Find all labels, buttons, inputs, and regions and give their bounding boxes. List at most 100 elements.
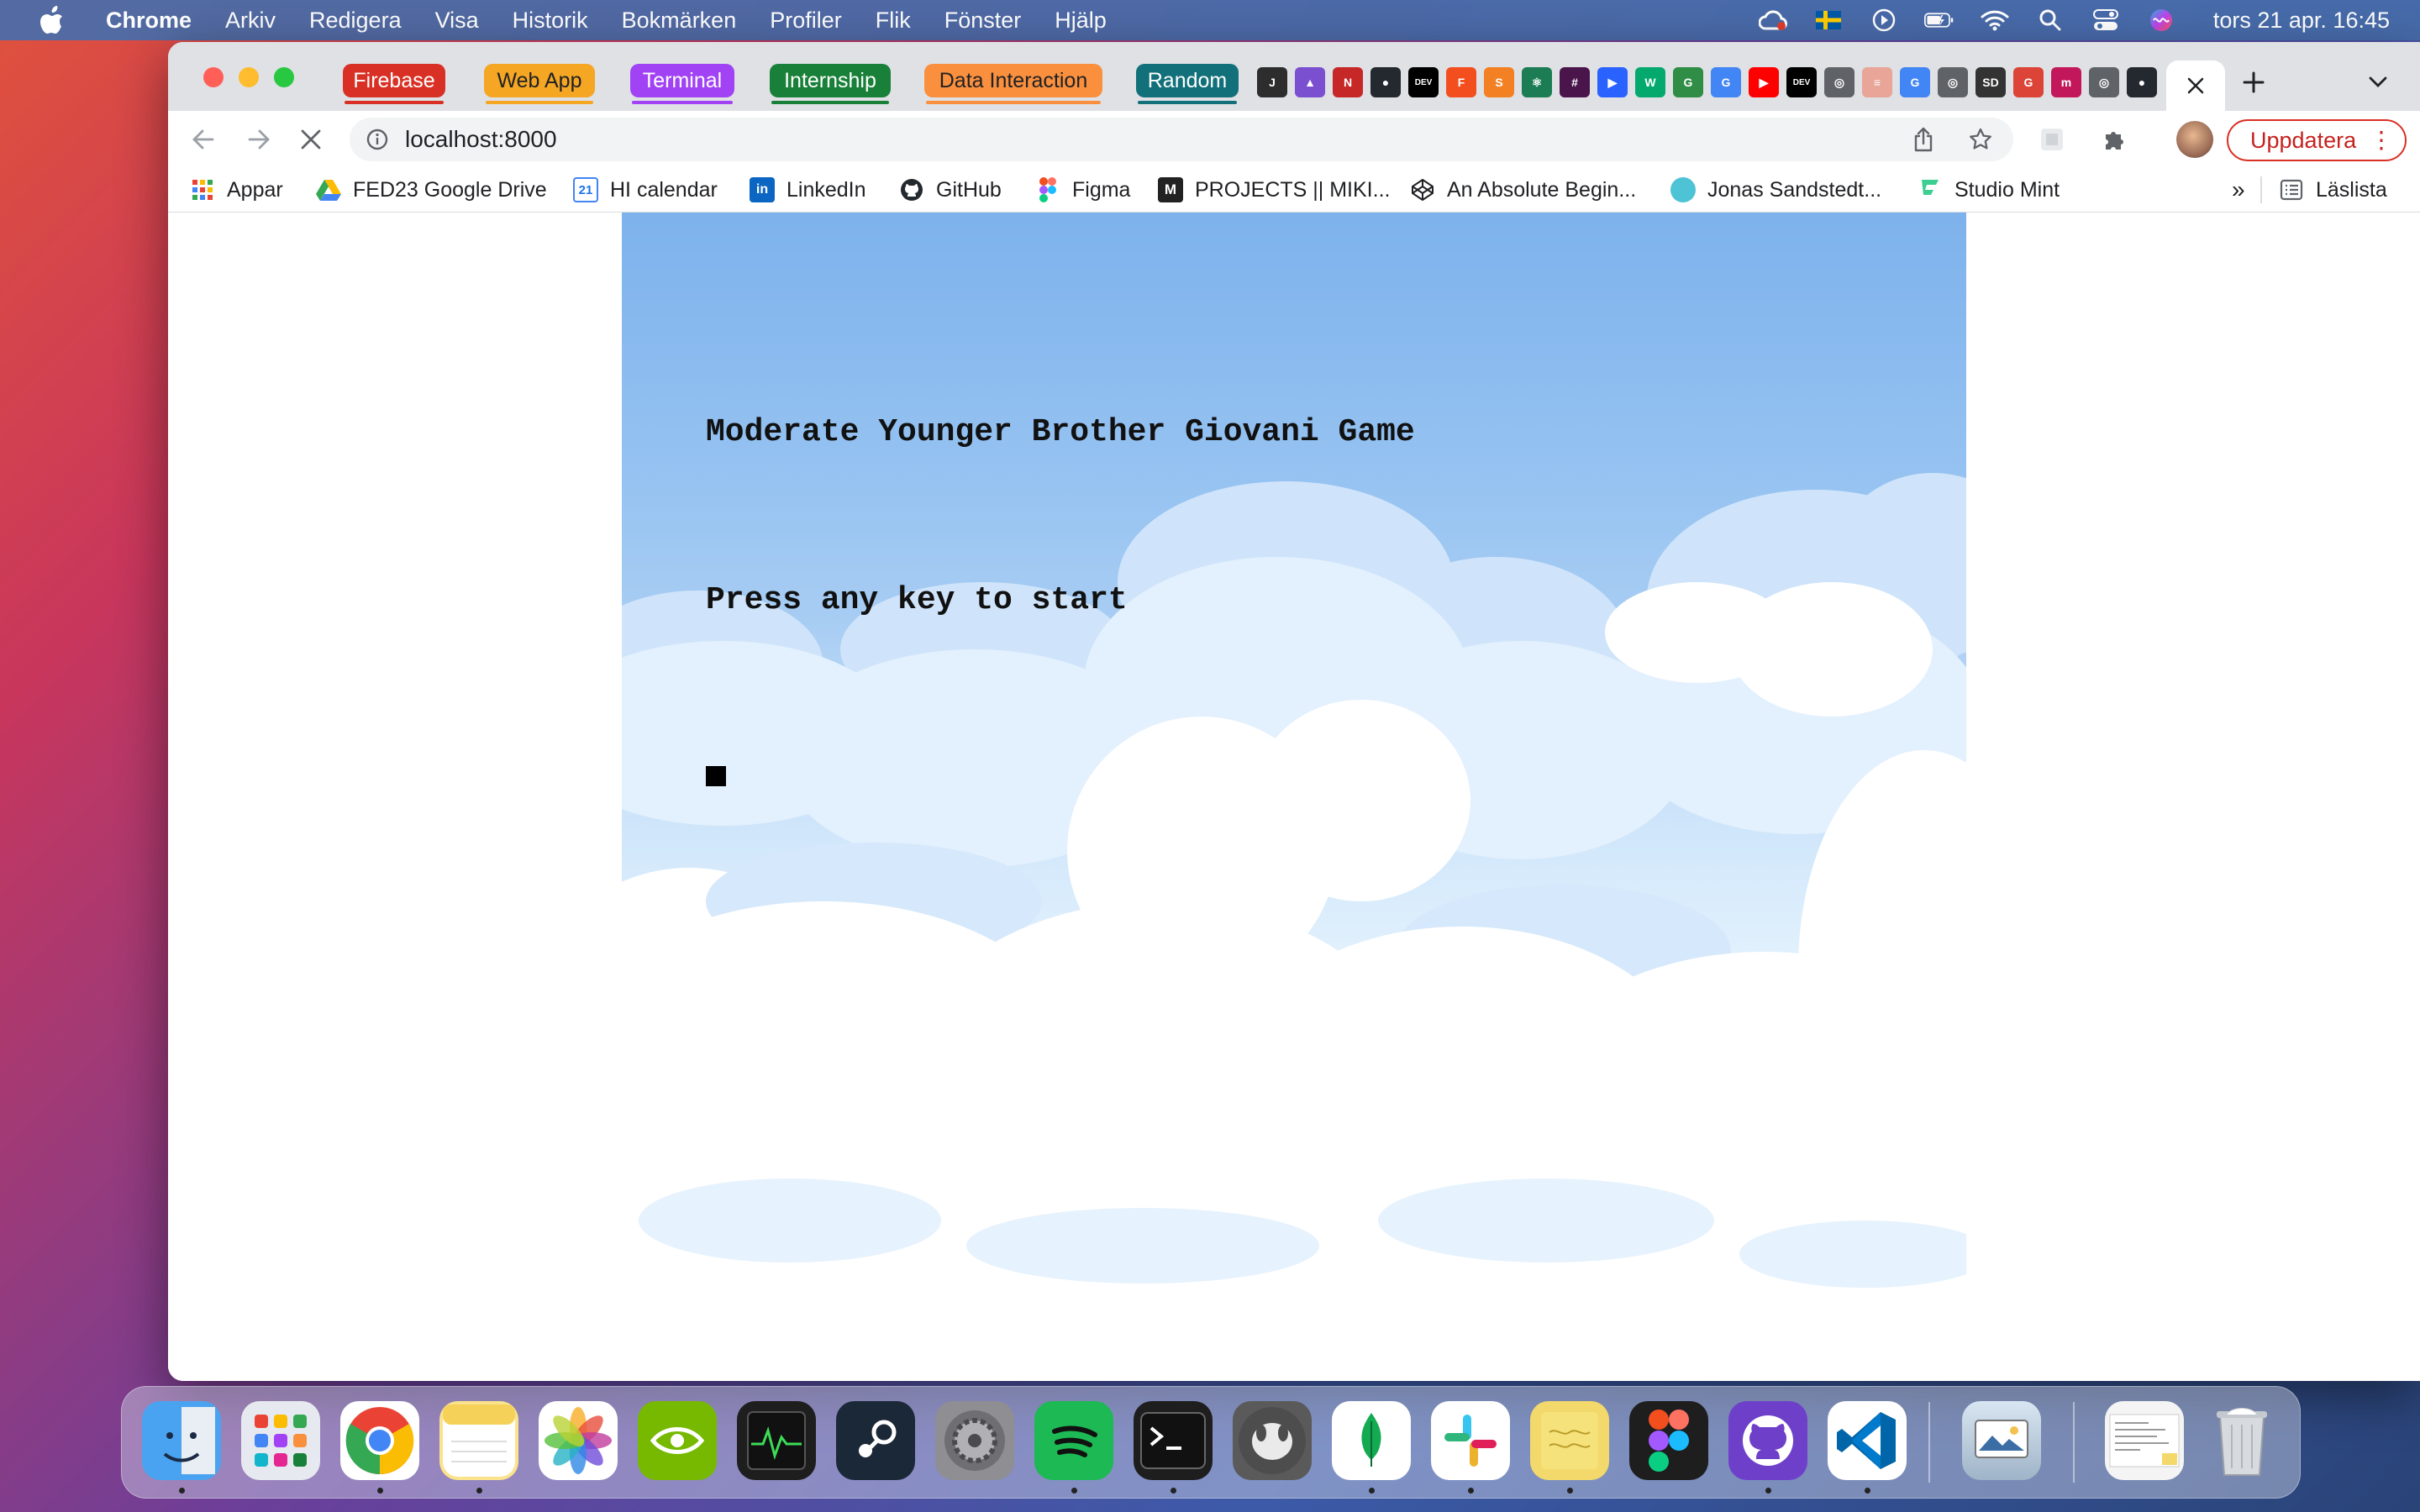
more-menu-icon[interactable]: ⋮ xyxy=(2370,128,2393,153)
dock-app-mongodb[interactable] xyxy=(1332,1401,1411,1480)
menu-fonster[interactable]: Fönster xyxy=(944,8,1022,34)
menu-bokmarken[interactable]: Bokmärken xyxy=(622,8,737,34)
pinned-tab-github-icon[interactable]: ● xyxy=(1370,67,1401,97)
tab-group-random[interactable]: Random xyxy=(1136,64,1239,104)
pinned-tab-geeks-icon[interactable]: G xyxy=(1673,67,1703,97)
bookmark-figma[interactable]: Figma xyxy=(1035,176,1130,204)
dock-app-terminal[interactable] xyxy=(1134,1401,1213,1480)
swedish-flag-icon[interactable] xyxy=(1813,5,1844,35)
bookmark-appar[interactable]: Appar xyxy=(190,176,283,204)
new-tab-button[interactable] xyxy=(2237,66,2270,99)
zoom-window-button[interactable] xyxy=(274,67,294,87)
tab-group-terminal[interactable]: Terminal xyxy=(630,64,734,104)
dock-app-spotify[interactable] xyxy=(1034,1401,1113,1480)
back-button[interactable] xyxy=(187,123,220,156)
pinned-tab-jsfiddle-icon[interactable]: ▶ xyxy=(1597,67,1628,97)
dock-app-chrome[interactable] xyxy=(340,1401,419,1480)
dock-app-photos[interactable] xyxy=(539,1401,618,1480)
media-play-icon[interactable] xyxy=(1869,5,1899,35)
menu-app-name[interactable]: Chrome xyxy=(106,8,192,34)
dock-trash[interactable] xyxy=(2202,1401,2281,1480)
menu-historik[interactable]: Historik xyxy=(513,8,588,34)
tab-group-internship[interactable]: Internship xyxy=(770,64,891,104)
pinned-tab-github2-icon[interactable]: ● xyxy=(2127,67,2157,97)
pinned-tab-sd-icon[interactable]: SD xyxy=(1975,67,2006,97)
tab-group-web-app[interactable]: Web App xyxy=(484,64,595,104)
dock-app-finder[interactable] xyxy=(142,1401,221,1480)
pinned-tab-globe-icon[interactable]: ◎ xyxy=(1824,67,1854,97)
minimize-window-button[interactable] xyxy=(239,67,259,87)
pinned-tab-google-icon[interactable]: G xyxy=(1711,67,1741,97)
bookmark-linkedin[interactable]: in LinkedIn xyxy=(750,176,866,204)
menu-visa[interactable]: Visa xyxy=(435,8,479,34)
tab-search-button[interactable] xyxy=(2363,67,2393,97)
dock-app-figma[interactable] xyxy=(1629,1401,1708,1480)
apple-menu-icon[interactable] xyxy=(35,3,69,37)
pinned-tab-react-icon[interactable]: ⚛ xyxy=(1522,67,1552,97)
bookmark-absolute-beginner[interactable]: An Absolute Begin... xyxy=(1410,176,1636,204)
pinned-tab-jira-icon[interactable]: J xyxy=(1257,67,1287,97)
pinned-tab-stackoverflow-icon[interactable]: S xyxy=(1484,67,1514,97)
site-info-icon[interactable] xyxy=(363,125,392,154)
bookmarks-overflow-button[interactable]: » xyxy=(2232,176,2245,204)
dock-app-github-desktop[interactable] xyxy=(1728,1401,1807,1480)
pinned-tab-rocket-icon[interactable]: ▲ xyxy=(1295,67,1325,97)
game-canvas[interactable]: Moderate Younger Brother Giovani Game Pr… xyxy=(622,213,1966,1347)
dock-app-nvidia[interactable] xyxy=(638,1401,717,1480)
dock-app-steam[interactable] xyxy=(836,1401,915,1480)
pinned-tab-w3-icon[interactable]: W xyxy=(1635,67,1665,97)
active-tab[interactable] xyxy=(2166,60,2225,111)
dock-recent-document[interactable] xyxy=(2105,1401,2184,1480)
url-input[interactable] xyxy=(403,125,1835,154)
pinned-tab-google3-icon[interactable]: G xyxy=(2013,67,2044,97)
dock-app-tableplus[interactable] xyxy=(1233,1401,1312,1480)
pinned-tab-globe3-icon[interactable]: ◎ xyxy=(2089,67,2119,97)
pinned-tab-dev2-icon[interactable]: DEV xyxy=(1786,67,1817,97)
dock-preview-app[interactable] xyxy=(1962,1401,2041,1480)
reading-list-button[interactable]: Läslista xyxy=(2279,176,2387,204)
menu-profiler[interactable]: Profiler xyxy=(770,8,842,34)
bookmark-fed23-drive[interactable]: FED23 Google Drive xyxy=(316,176,547,204)
stop-loading-button[interactable] xyxy=(294,123,328,156)
pinned-tab-vercel-icon[interactable]: N xyxy=(1333,67,1363,97)
extension-tile-icon[interactable] xyxy=(2035,123,2069,156)
pinned-tab-figma-icon[interactable]: F xyxy=(1446,67,1476,97)
siri-icon[interactable] xyxy=(2146,5,2176,35)
menu-hjalp[interactable]: Hjälp xyxy=(1055,8,1107,34)
forward-button[interactable] xyxy=(242,123,276,156)
pinned-tab-doc-icon[interactable]: ≡ xyxy=(1862,67,1892,97)
dock-app-launchpad[interactable] xyxy=(241,1401,320,1480)
battery-icon[interactable] xyxy=(1923,5,1954,35)
wifi-icon[interactable] xyxy=(1980,5,2010,35)
menu-flik[interactable]: Flik xyxy=(876,8,911,34)
pinned-tab-slack-icon[interactable]: # xyxy=(1560,67,1590,97)
control-center-icon[interactable] xyxy=(2091,5,2121,35)
pinned-tab-globe2-icon[interactable]: ◎ xyxy=(1938,67,1968,97)
bookmark-star-icon[interactable] xyxy=(1966,125,1995,154)
creative-cloud-icon[interactable] xyxy=(1758,5,1788,35)
pinned-tab-medium-icon[interactable]: m xyxy=(2051,67,2081,97)
address-bar[interactable] xyxy=(350,118,2013,161)
pinned-tab-youtube-icon[interactable]: ▶ xyxy=(1749,67,1779,97)
menu-arkiv[interactable]: Arkiv xyxy=(225,8,276,34)
pinned-tab-google2-icon[interactable]: G xyxy=(1900,67,1930,97)
dock-app-slack[interactable] xyxy=(1431,1401,1510,1480)
profile-avatar[interactable] xyxy=(2176,121,2213,158)
dock-app-stickies[interactable] xyxy=(1530,1401,1609,1480)
extensions-puzzle-icon[interactable] xyxy=(2097,123,2131,156)
tab-group-data-interaction[interactable]: Data Interaction xyxy=(924,64,1102,104)
close-tab-icon[interactable] xyxy=(2186,76,2205,95)
close-window-button[interactable] xyxy=(203,67,224,87)
dock-app-vscode[interactable] xyxy=(1828,1401,1907,1480)
tab-group-firebase[interactable]: Firebase xyxy=(343,64,445,104)
dock-app-notes[interactable] xyxy=(439,1401,518,1480)
menu-redigera[interactable]: Redigera xyxy=(309,8,402,34)
dock-app-system-preferences[interactable] xyxy=(935,1401,1014,1480)
bookmark-studio-mint[interactable]: Studio Mint xyxy=(1918,176,2060,204)
share-icon[interactable] xyxy=(1909,125,1938,154)
bookmark-github[interactable]: GitHub xyxy=(899,176,1002,204)
bookmark-jonas-sandstedt[interactable]: Jonas Sandstedt... xyxy=(1670,176,1881,204)
dock-app-activity-monitor[interactable] xyxy=(737,1401,816,1480)
update-chrome-button[interactable]: Uppdatera ⋮ xyxy=(2227,119,2407,161)
spotlight-search-icon[interactable] xyxy=(2035,5,2065,35)
